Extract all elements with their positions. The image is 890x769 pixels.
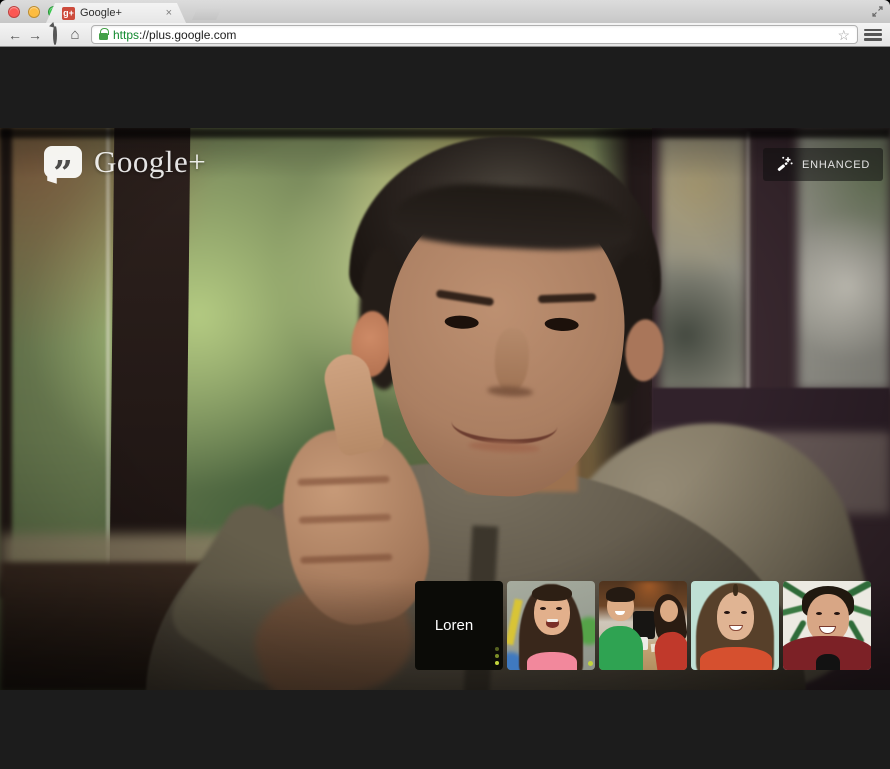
tile4-face <box>717 592 754 640</box>
expand-icon[interactable] <box>870 4 884 18</box>
url-text[interactable]: https://plus.google.com <box>113 28 236 42</box>
tile2-pink-top <box>527 652 577 670</box>
tile3-man-hair <box>606 587 635 602</box>
tab-strip: g+ Google+ × <box>0 0 890 23</box>
audio-level-indicator <box>495 647 499 665</box>
reload-button[interactable] <box>45 28 65 42</box>
participant-name: Loren <box>415 581 493 670</box>
main-video: ” Google+ ENHANCED <box>0 128 890 690</box>
tile2-teeth <box>547 619 558 622</box>
page-content: ” Google+ ENHANCED <box>0 47 890 769</box>
address-bar[interactable]: https://plus.google.com ☆ <box>91 25 858 44</box>
tile5-undershirt <box>816 654 840 670</box>
participant-tile-3[interactable] <box>599 581 687 670</box>
home-button[interactable]: ⌂ <box>65 27 85 42</box>
quote-glyph: ” <box>53 157 73 191</box>
browser-window: g+ Google+ × ← → ⌂ https://plus.google.c… <box>0 0 890 769</box>
back-button[interactable]: ← <box>5 28 25 42</box>
participant-tile-loren[interactable]: Loren <box>415 581 503 670</box>
home-icon: ⌂ <box>70 26 79 43</box>
hangouts-watermark: ” Google+ <box>44 144 206 180</box>
watermark-wordmark: Google+ <box>94 144 206 180</box>
back-icon: ← <box>8 27 22 43</box>
padlock-icon[interactable] <box>99 33 108 40</box>
participant-tile-2[interactable] <box>507 581 595 670</box>
enhanced-button[interactable]: ENHANCED <box>763 148 883 181</box>
participant-tile-5[interactable] <box>783 581 871 670</box>
tile3-man-shirt <box>599 626 643 670</box>
tile5-eyes <box>816 612 822 615</box>
forward-icon: → <box>28 27 42 43</box>
hangouts-badge-icon: ” <box>44 146 82 178</box>
tile4-hair-part <box>733 584 738 596</box>
tile2-eyes <box>540 607 546 610</box>
participant-filmstrip: Loren <box>415 581 871 670</box>
gplus-favicon-icon: g+ <box>62 7 75 20</box>
tile4-eyes <box>724 611 730 614</box>
browser-toolbar: ← → ⌂ https://plus.google.com ☆ <box>0 23 890 47</box>
participant-tile-4[interactable] <box>691 581 779 670</box>
url-scheme: https <box>113 28 139 42</box>
new-tab-button[interactable] <box>192 7 222 20</box>
tile4-red-top <box>700 647 772 670</box>
tile2-fringe <box>532 585 572 601</box>
magic-wand-icon <box>776 156 793 173</box>
enhanced-label: ENHANCED <box>802 159 870 171</box>
tile3-woman-face <box>660 600 678 622</box>
browser-tab[interactable]: g+ Google+ × <box>46 3 186 23</box>
window-minimize-button[interactable] <box>28 6 40 18</box>
reload-icon <box>53 25 57 45</box>
forward-button[interactable]: → <box>25 28 45 42</box>
window-close-button[interactable] <box>8 6 20 18</box>
tile5-face <box>807 594 849 642</box>
bookmark-star-icon[interactable]: ☆ <box>837 28 850 42</box>
audio-level-indicator <box>588 661 593 666</box>
url-rest: ://plus.google.com <box>139 28 236 42</box>
tab-close-icon[interactable]: × <box>166 8 172 19</box>
tab-title: Google+ <box>80 7 161 19</box>
expand-arrows-icon <box>872 6 883 17</box>
menu-icon[interactable] <box>864 28 882 42</box>
